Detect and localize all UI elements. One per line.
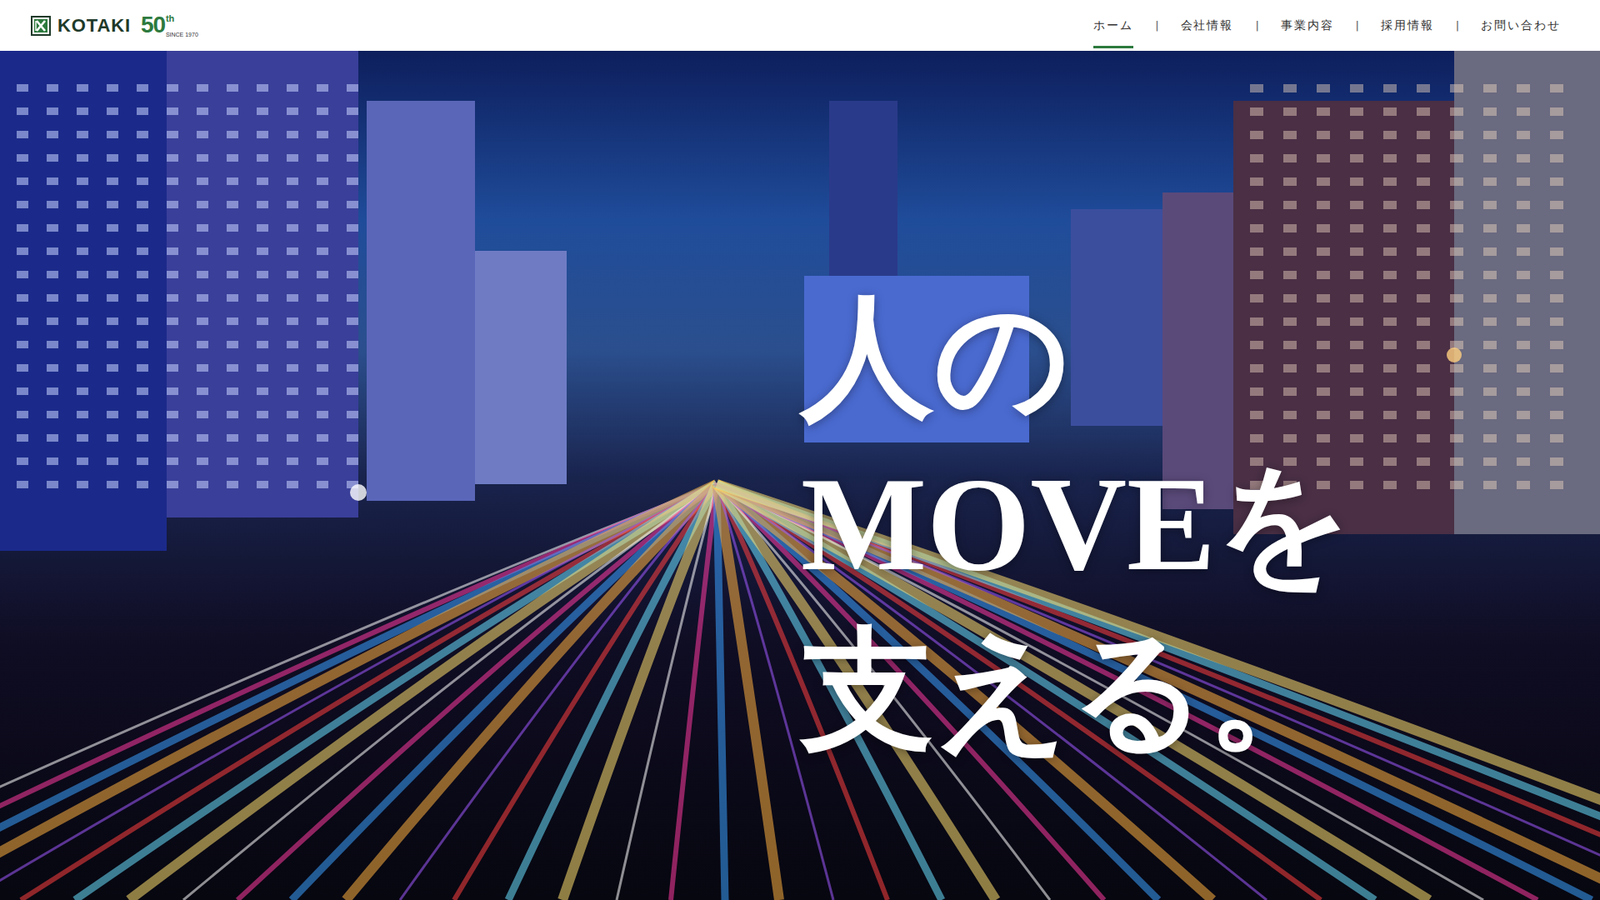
hero-image: 人のMOVEを支える。 — [0, 50, 1600, 900]
logo[interactable]: KOTAKI 50th SINCE 1970 — [30, 13, 199, 39]
nav-underline — [1280, 45, 1335, 49]
nav-label: 採用情報 — [1380, 18, 1435, 32]
nav-underline — [1180, 45, 1235, 49]
site-header: KOTAKI 50th SINCE 1970 ホーム | 会社情報 | 事業内容 | 採用情報 | お… — [0, 0, 1600, 51]
logo-name: KOTAKI — [57, 15, 131, 37]
main-nav: ホーム | 会社情報 | 事業内容 | 採用情報 | お問い合わせ — [1093, 1, 1561, 50]
nav-separator: | — [1455, 19, 1460, 32]
nav-label: 会社情報 — [1180, 18, 1235, 32]
nav-underline — [1380, 45, 1435, 49]
nav-item[interactable]: 採用情報 — [1380, 1, 1435, 50]
anniversary-suffix: th — [165, 13, 199, 24]
nav-underline — [1093, 45, 1134, 49]
headline-line: MOVEを — [800, 440, 1600, 608]
nav-separator: | — [1155, 19, 1159, 32]
anniversary-number: 50 — [140, 13, 165, 37]
anniversary-side: th SINCE 1970 — [165, 13, 199, 39]
city-photo-icon — [0, 50, 1600, 900]
headline-line: 人の — [800, 274, 1600, 441]
nav-item[interactable]: 会社情報 — [1180, 1, 1235, 50]
logo-mark-icon — [30, 15, 51, 36]
anniversary-badge: 50th SINCE 1970 — [140, 13, 199, 39]
since-label: SINCE 1970 — [165, 31, 199, 39]
nav-label: ホーム — [1093, 18, 1134, 32]
hero-headline: 人のMOVEを支える。 — [800, 274, 1600, 775]
nav-separator: | — [1255, 19, 1259, 32]
nav-item[interactable]: お問い合わせ — [1480, 1, 1561, 50]
nav-item[interactable]: 事業内容 — [1280, 1, 1335, 50]
nav-separator: | — [1355, 19, 1360, 32]
nav-item[interactable]: ホーム — [1093, 1, 1134, 50]
nav-underline — [1480, 45, 1561, 49]
headline-line: 支える。 — [800, 607, 1600, 775]
nav-label: 事業内容 — [1280, 18, 1335, 32]
nav-label: お問い合わせ — [1480, 18, 1561, 32]
